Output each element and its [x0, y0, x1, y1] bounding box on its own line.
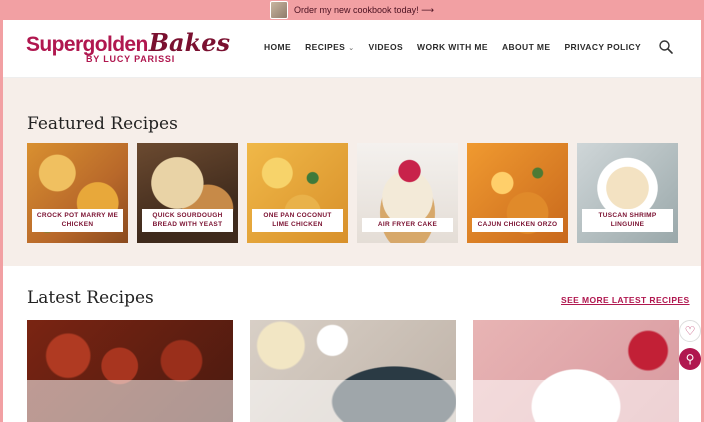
featured-card-label: TUSCAN SHRIMP LINGUINE — [582, 209, 673, 232]
logo-brand-script: Bakes — [148, 28, 230, 57]
featured-recipes-section: Featured Recipes CROCK POT MARRY ME CHIC… — [3, 78, 701, 266]
bottom-overlay — [3, 380, 701, 422]
nav-recipes-label: RECIPES — [305, 42, 346, 52]
featured-card-label: CAJUN CHICKEN ORZO — [472, 217, 563, 232]
see-more-latest-link[interactable]: SEE MORE LATEST RECIPES — [561, 295, 690, 305]
featured-card[interactable]: AIR FRYER CAKE — [357, 143, 458, 243]
featured-card-label: AIR FRYER CAKE — [362, 217, 453, 232]
nav-privacy-policy[interactable]: PRIVACY POLICY — [564, 42, 641, 52]
magnifier-icon[interactable]: ⚲ — [679, 348, 701, 370]
featured-card[interactable]: CAJUN CHICKEN ORZO — [467, 143, 568, 243]
nav-about-me[interactable]: ABOUT ME — [502, 42, 551, 52]
promo-bar[interactable]: Order my new cookbook today! ⟶ — [0, 0, 704, 20]
nav-work-with-me[interactable]: WORK WITH ME — [417, 42, 488, 52]
featured-card[interactable]: CROCK POT MARRY ME CHICKEN — [27, 143, 128, 243]
cookbook-thumbnail — [270, 1, 289, 19]
featured-card[interactable]: TUSCAN SHRIMP LINGUINE — [577, 143, 678, 243]
site-header: Supergolden Bakes BY LUCY PARISSI HOME R… — [3, 20, 701, 78]
heart-icon[interactable]: ♡ — [679, 320, 701, 342]
featured-card-label: CROCK POT MARRY ME CHICKEN — [32, 209, 123, 232]
featured-card[interactable]: ONE PAN COCONUT LIME CHICKEN — [247, 143, 348, 243]
promo-link[interactable]: Order my new cookbook today! ⟶ — [294, 5, 434, 16]
featured-card-label: ONE PAN COCONUT LIME CHICKEN — [252, 209, 343, 232]
search-icon[interactable] — [657, 38, 675, 56]
nav-recipes[interactable]: RECIPES ⌄ — [305, 42, 354, 52]
latest-heading: Latest Recipes — [27, 288, 154, 308]
nav-home[interactable]: HOME — [264, 42, 291, 52]
site-logo[interactable]: Supergolden Bakes BY LUCY PARISSI — [26, 28, 230, 64]
chevron-down-icon: ⌄ — [348, 45, 355, 52]
featured-card-label: QUICK SOURDOUGH BREAD WITH YEAST — [142, 209, 233, 232]
featured-heading: Featured Recipes — [27, 114, 178, 134]
main-nav: HOME RECIPES ⌄ VIDEOS WORK WITH ME ABOUT … — [264, 42, 641, 52]
nav-videos[interactable]: VIDEOS — [369, 42, 404, 52]
featured-card[interactable]: QUICK SOURDOUGH BREAD WITH YEAST — [137, 143, 238, 243]
